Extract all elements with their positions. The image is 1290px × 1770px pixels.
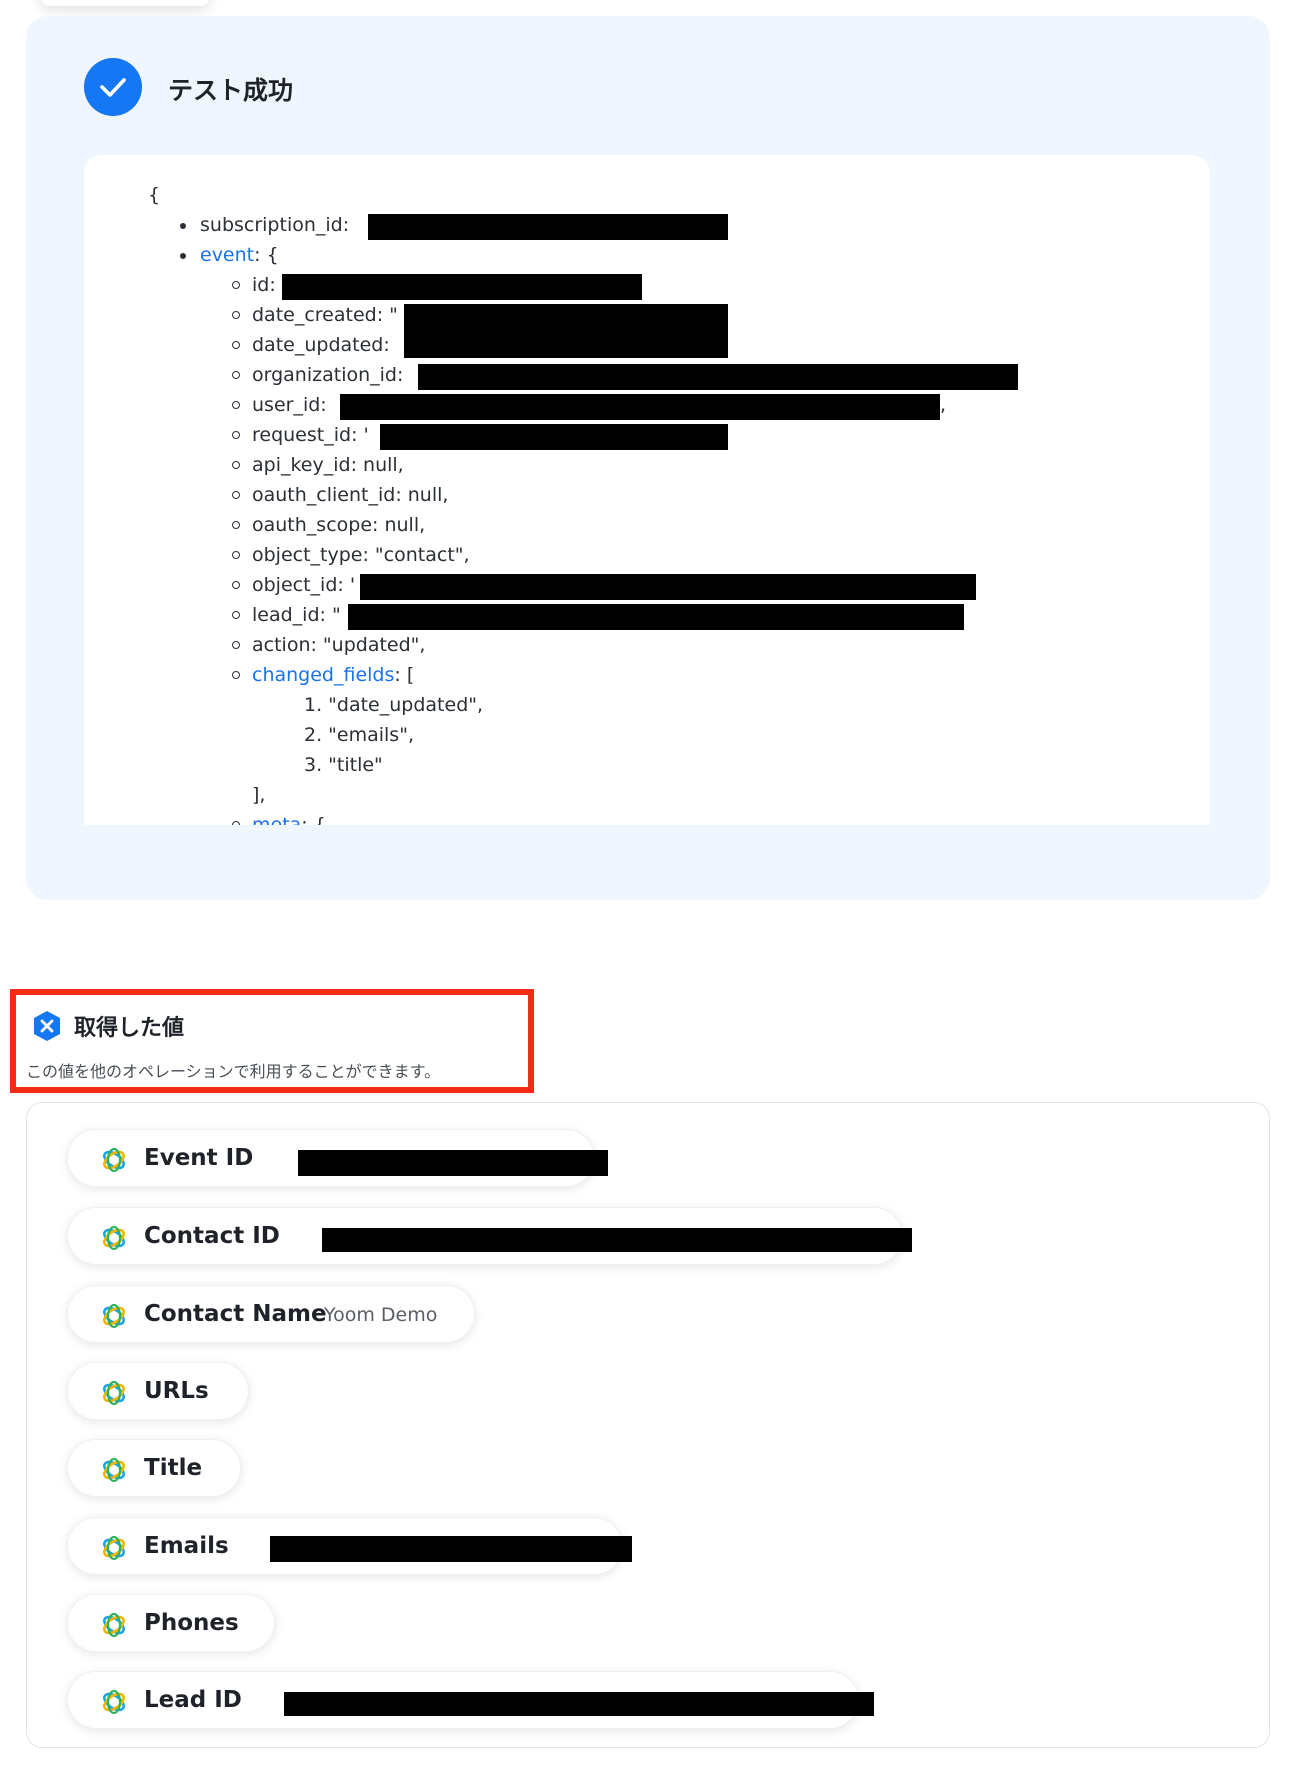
attio-logo-icon [103, 1147, 125, 1173]
json-changed-field-item: 3. "title" [304, 754, 383, 776]
value-chip-label: Title [144, 1455, 203, 1481]
json-id: id: [232, 274, 276, 296]
value-chip-label: Event ID [144, 1145, 254, 1171]
json-changed-field-item: 2. "emails", [304, 724, 414, 746]
json-user-id-comma: , [940, 394, 947, 416]
previous-card-shadow [40, 0, 210, 6]
value-chip-label: Lead ID [144, 1687, 242, 1713]
redacted-value [348, 604, 964, 630]
attio-logo-icon [103, 1380, 125, 1406]
json-action: action: "updated", [231, 634, 426, 656]
json-oauth-client-id: oauth_client_id: null, [231, 484, 449, 506]
redacted-value [322, 1228, 912, 1252]
acquired-values-title: 取得した値 [74, 1016, 185, 1041]
value-chip-event-id[interactable]: Event ID [67, 1129, 608, 1187]
check-icon [84, 58, 142, 116]
json-open-brace: { [148, 184, 161, 206]
redacted-value [282, 274, 642, 300]
value-chip-label: Emails [144, 1533, 229, 1559]
value-chip-label: Contact Name [144, 1301, 327, 1327]
value-chip-value: Yoom Demo [324, 1304, 438, 1326]
acquired-values-header-highlight: 取得した値 この値を他のオペレーションで利用することができます。 [10, 989, 534, 1093]
changed-fields-toggle-link[interactable]: changed_fields [252, 664, 394, 686]
json-output-viewer[interactable]: { subscription_id: event: { id: date_cre… [84, 155, 1210, 825]
redacted-value [340, 394, 940, 420]
event-toggle-link[interactable]: event [200, 244, 254, 266]
json-event-key[interactable]: event: { [180, 243, 279, 267]
value-chip-label: Contact ID [144, 1223, 280, 1249]
redacted-value [380, 424, 728, 450]
redacted-value [418, 364, 1018, 390]
yoom-x-badge-icon [34, 1011, 60, 1041]
json-subscription-id: subscription_id: [179, 214, 350, 236]
attio-logo-icon [103, 1689, 125, 1715]
json-meta[interactable]: meta: { [232, 813, 326, 825]
value-chip-label: URLs [144, 1378, 209, 1404]
attio-logo-icon [103, 1612, 125, 1638]
test-success-title: テスト成功 [168, 76, 294, 105]
json-changed-fields-close: ], [252, 784, 266, 806]
test-result-panel: テスト成功 { subscription_id: event: { id: da… [26, 16, 1270, 900]
json-user-id: user_id: [232, 394, 327, 416]
attio-logo-icon [103, 1535, 125, 1561]
redacted-value [270, 1536, 632, 1562]
value-chip-urls[interactable]: URLs [67, 1362, 249, 1420]
json-object-type: object_type: "contact", [232, 544, 470, 566]
value-chip-contact-name[interactable]: Contact Name Yoom Demo [67, 1285, 475, 1343]
redacted-value [368, 214, 728, 240]
meta-toggle-link[interactable]: meta [252, 814, 301, 825]
redacted-value [404, 304, 728, 358]
value-chip-lead-id[interactable]: Lead ID [67, 1671, 874, 1729]
redacted-value [360, 574, 976, 600]
redacted-value [298, 1150, 608, 1176]
json-date-created: date_created: " [232, 304, 398, 326]
attio-logo-icon [103, 1225, 125, 1251]
value-chip-phones[interactable]: Phones [67, 1594, 275, 1652]
attio-logo-icon [103, 1303, 125, 1329]
json-changed-fields[interactable]: changed_fields: [ [231, 663, 414, 687]
json-oauth-scope: oauth_scope: null, [231, 514, 426, 536]
json-api-key-id: api_key_id: null, [232, 454, 404, 476]
json-date-updated: date_updated: [232, 334, 390, 356]
json-organization-id: organization_id: [231, 364, 404, 386]
value-chip-contact-id[interactable]: Contact ID [67, 1207, 912, 1265]
value-chip-title[interactable]: Title [67, 1439, 241, 1497]
redacted-value [284, 1692, 874, 1716]
value-chip-emails[interactable]: Emails [67, 1517, 632, 1575]
acquired-values-subtitle: この値を他のオペレーションで利用することができます。 [26, 1062, 441, 1081]
json-request-id: request_id: ' [232, 424, 369, 446]
json-lead-id: lead_id: " [232, 604, 341, 626]
value-chip-label: Phones [144, 1610, 239, 1636]
json-object-id: object_id: ' [231, 574, 356, 596]
acquired-values-panel: Event ID Contact ID Contact Name Yoom De… [26, 1102, 1270, 1748]
attio-logo-icon [103, 1457, 125, 1483]
json-changed-field-item: 1. "date_updated", [304, 694, 484, 716]
